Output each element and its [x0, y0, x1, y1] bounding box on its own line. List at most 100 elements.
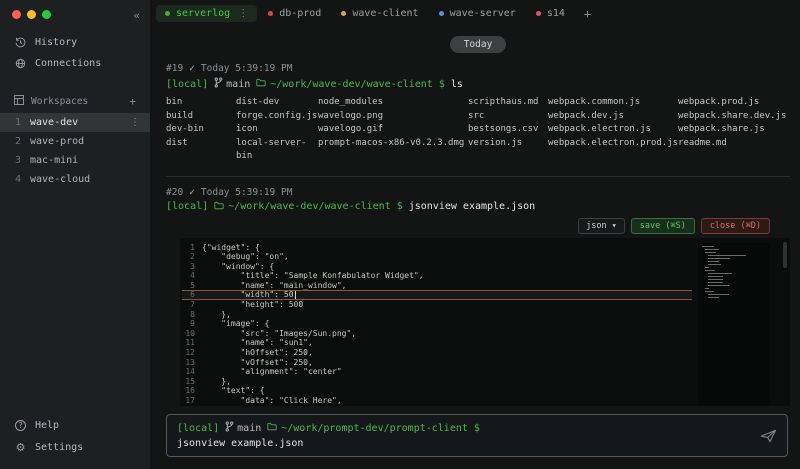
language-select[interactable]: json ▾: [578, 218, 625, 234]
command-input-box[interactable]: [local] main ~/work/prompt-dev/prompt-cl…: [166, 414, 788, 457]
workspace-index: 4: [15, 174, 22, 185]
close-button[interactable]: close (⌘D): [701, 218, 770, 234]
tab-db-prod[interactable]: db-prod: [259, 5, 330, 22]
line-number: 15: [182, 377, 202, 387]
line-number: 7: [182, 300, 202, 310]
file-name: src: [468, 110, 548, 124]
editor-line[interactable]: 16 "text": {: [182, 386, 692, 396]
git-branch-icon: [225, 421, 234, 435]
prompt-dollar: $: [474, 423, 480, 434]
save-button[interactable]: save (⌘S): [631, 218, 695, 234]
line-text: "alignment": "center": [202, 367, 342, 377]
prompt-host: [local]: [166, 79, 208, 90]
date-separator: Today: [450, 36, 507, 53]
editor-line[interactable]: 15 },: [182, 377, 692, 387]
tab-serverlog[interactable]: serverlog⋮: [156, 5, 257, 22]
history-icon: [14, 37, 27, 48]
sidebar-item-connections[interactable]: Connections: [0, 53, 150, 74]
code-editor[interactable]: 1{"widget": {2 "debug": "on",3 "window":…: [180, 238, 790, 407]
connections-icon: [14, 58, 27, 69]
editor-line[interactable]: 14 "alignment": "center": [182, 367, 692, 377]
editor-line[interactable]: 13 "vOffset": 250,: [182, 358, 692, 368]
help-icon: ?: [14, 420, 27, 431]
tab-wave-server[interactable]: wave-server: [430, 5, 525, 22]
minimap-line: [705, 252, 716, 253]
ls-output-column: webpack.common.jswebpack.dev.jswebpack.e…: [548, 96, 678, 164]
terminal-content: Today #19 ✓ Today 5:39:19 PM [local] mai…: [150, 25, 800, 406]
editor-line[interactable]: 5 "name": "main_window",: [182, 281, 692, 291]
add-workspace-button[interactable]: +: [129, 95, 136, 108]
editor-line[interactable]: 11 "name": "sun1",: [182, 338, 692, 348]
sidebar-item-history[interactable]: History: [0, 32, 150, 53]
close-window-button[interactable]: [12, 10, 21, 19]
prompt-host: [local]: [177, 423, 219, 434]
editor-scrollbar[interactable]: [783, 242, 787, 268]
prompt-cwd: ~/work/prompt-dev/prompt-client: [267, 422, 468, 434]
file-name: bestsongs.csv: [468, 123, 548, 137]
editor-line[interactable]: 12 "hOffset": 250,: [182, 348, 692, 358]
line-number: 13: [182, 358, 202, 368]
main-area: serverlog⋮db-prodwave-clientwave-servers…: [150, 0, 800, 469]
workspace-label: mac-mini: [30, 155, 78, 166]
line-text: "width": 50: [202, 290, 294, 300]
tab-menu-icon[interactable]: ⋮: [238, 8, 248, 19]
editor-minimap[interactable]: [698, 243, 770, 407]
prompt-cwd-path: ~/work/prompt-dev/prompt-client: [281, 423, 468, 434]
workspace-item-wave-cloud[interactable]: 4wave-cloud: [0, 170, 150, 189]
file-name: bin: [166, 96, 236, 110]
file-name: prompt-macos-x86-v0.2.3.dmg: [318, 137, 468, 151]
line-number: 11: [182, 338, 202, 348]
block-id: #19: [166, 63, 183, 74]
folder-icon: [256, 78, 266, 90]
editor-line[interactable]: 2 "debug": "on",: [182, 252, 692, 262]
workspace-item-wave-prod[interactable]: 2wave-prod: [0, 132, 150, 151]
file-name: webpack.dev.js: [548, 110, 678, 124]
line-number: 16: [182, 386, 202, 396]
zoom-window-button[interactable]: [42, 10, 51, 19]
tab-wave-client[interactable]: wave-client: [332, 5, 427, 22]
workspace-item-wave-dev[interactable]: 1wave-dev⋮: [0, 113, 150, 132]
minimap-line: [708, 279, 723, 280]
sidebar-spacer: [0, 189, 150, 415]
editor-line[interactable]: 3 "window": {: [182, 262, 692, 272]
editor-line[interactable]: 9 "image": {: [182, 319, 692, 329]
send-command-icon[interactable]: [760, 429, 777, 443]
workspace-item-mac-mini[interactable]: 3 mac-mini: [0, 151, 150, 170]
sidebar-collapse-button[interactable]: «: [133, 9, 140, 22]
minimize-window-button[interactable]: [27, 10, 36, 19]
file-name: wavelogo.gif: [318, 123, 468, 137]
new-tab-button[interactable]: +: [576, 7, 599, 21]
line-number: 6: [182, 290, 202, 300]
editor-line[interactable]: 7 "height": 500: [182, 300, 692, 310]
tab-label: wave-client: [352, 8, 418, 19]
workspace-index: 3: [15, 155, 22, 166]
prompt-cwd: ~/work/wave-dev/wave-client: [256, 78, 433, 90]
line-number: 10: [182, 329, 202, 339]
block-divider: [166, 176, 790, 177]
editor-line[interactable]: 8 },: [182, 310, 692, 320]
ls-output-column: node_moduleswavelogo.pngwavelogo.gifprom…: [318, 96, 468, 164]
ls-output-column: webpack.prod.jswebpack.share.dev.jswebpa…: [678, 96, 786, 164]
editor-line[interactable]: 17 "data": "Click Here",: [182, 396, 692, 406]
command-block-19: #19 ✓ Today 5:39:19 PM [local] main ~/wo…: [166, 59, 790, 172]
editor-line[interactable]: 1{"widget": {: [182, 243, 692, 253]
tab-s14[interactable]: s14: [527, 5, 574, 22]
editor-line[interactable]: 4 "title": "Sample Konfabulator Widget",: [182, 271, 692, 281]
line-text: "image": {: [202, 319, 269, 329]
minimap-line: [708, 273, 732, 274]
editor-line[interactable]: 10 "src": "Images/Sun.png",: [182, 329, 692, 339]
minimap-line: [708, 276, 723, 277]
sidebar-item-settings[interactable]: ⚙ Settings: [0, 436, 150, 459]
file-name: forge.config.js: [236, 110, 318, 124]
line-text: "data": "Click Here",: [202, 396, 342, 406]
block-header: #19 ✓ Today 5:39:19 PM: [166, 63, 790, 74]
editor-cursor-icon: [295, 291, 297, 299]
file-name: dist-dev: [236, 96, 318, 110]
workspace-menu-icon[interactable]: ⋮: [130, 117, 140, 128]
command-input-value[interactable]: jsonview example.json: [177, 438, 753, 449]
sidebar-item-help[interactable]: ? Help: [0, 415, 150, 436]
tab-color-dot-icon: [439, 11, 444, 16]
workspace-list: 1wave-dev⋮2wave-prod 3 mac-mini 4wave-cloud: [0, 113, 150, 189]
prompt-dollar: $: [397, 201, 403, 212]
editor-line[interactable]: 6 "width": 50: [182, 290, 692, 300]
